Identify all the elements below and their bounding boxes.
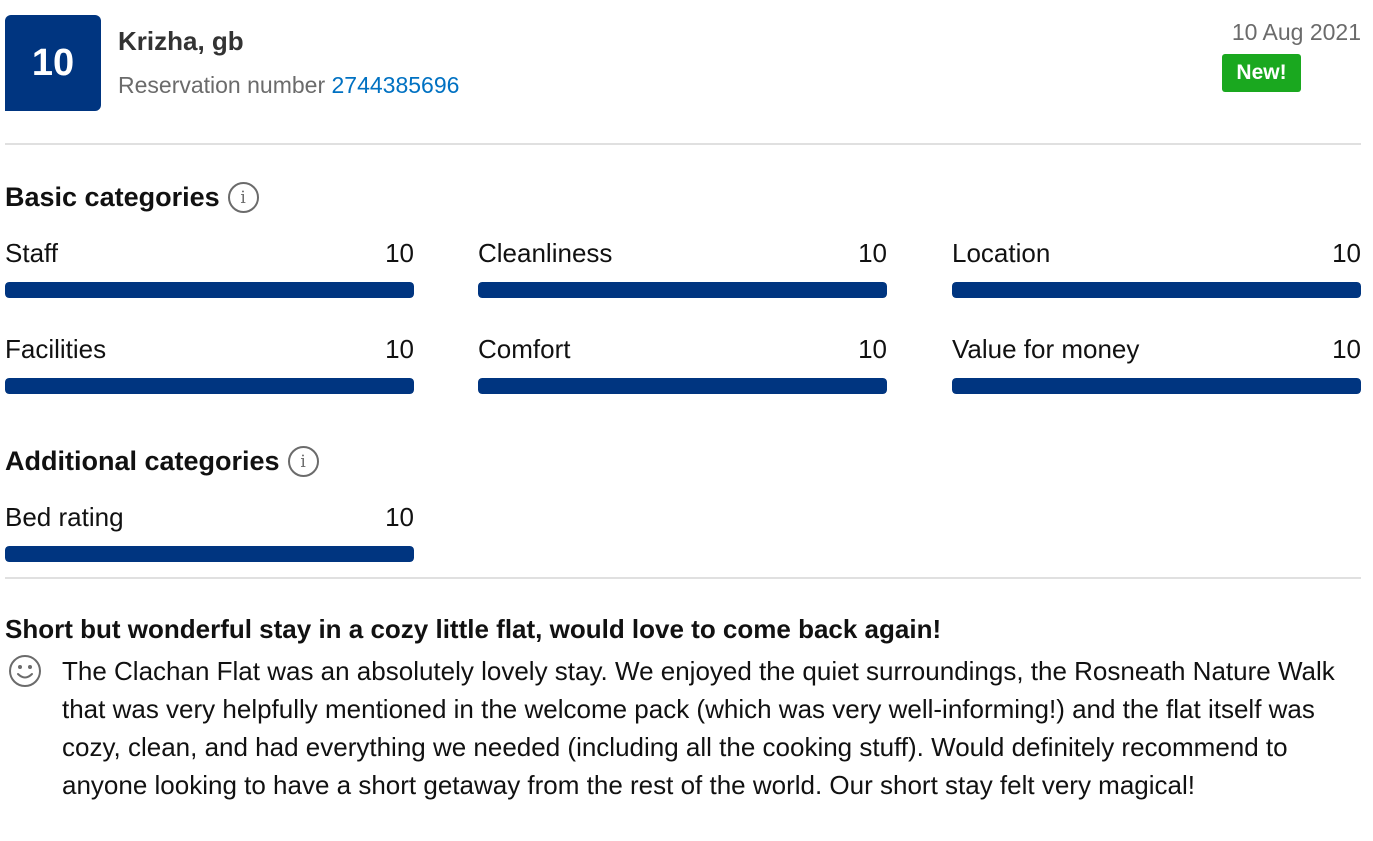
category-score: 10: [385, 238, 414, 268]
category-score: 10: [385, 334, 414, 364]
score-bar-fill: [952, 378, 1361, 394]
category-bed-rating: Bed rating 10: [5, 500, 414, 562]
score-bar: [952, 282, 1361, 298]
additional-categories-label: Additional categories: [5, 446, 280, 476]
reservation-info: Reservation number 2744385696: [118, 72, 459, 99]
score-bar: [478, 378, 887, 394]
category-label: Bed rating: [5, 502, 124, 532]
smile-icon: [9, 655, 41, 687]
basic-categories-title: Basic categories i: [5, 182, 259, 213]
info-icon[interactable]: i: [287, 446, 319, 477]
category-location: Location 10: [952, 236, 1361, 298]
divider: [5, 143, 1361, 145]
divider: [5, 577, 1361, 579]
score-badge: 10: [5, 15, 101, 111]
category-label: Staff: [5, 238, 59, 268]
category-score: 10: [1332, 334, 1361, 364]
score-bar: [478, 282, 887, 298]
category-score: 10: [858, 334, 887, 364]
new-badge: New!: [1222, 54, 1301, 92]
category-value-for-money: Value for money 10: [952, 332, 1361, 394]
additional-categories-title: Additional categories i: [5, 446, 319, 477]
category-comfort: Comfort 10: [478, 332, 887, 394]
reservation-number-link[interactable]: 2744385696: [332, 72, 460, 98]
review-body: The Clachan Flat was an absolutely lovel…: [62, 656, 1335, 800]
score-bar-fill: [478, 378, 887, 394]
category-staff: Staff 10: [5, 236, 414, 298]
category-label: Facilities: [5, 334, 107, 364]
score-bar: [5, 546, 414, 562]
review-card: 10 Krizha, gb Reservation number 2744385…: [0, 0, 1373, 841]
reservation-label: Reservation number: [118, 72, 326, 98]
category-facilities: Facilities 10: [5, 332, 414, 394]
score-bar: [5, 282, 414, 298]
review-title: Short but wonderful stay in a cozy littl…: [5, 614, 942, 644]
score-bar-fill: [5, 282, 414, 298]
guest-name: Krizha, gb: [118, 26, 244, 56]
score-bar: [5, 378, 414, 394]
score-bar-fill: [5, 546, 414, 562]
score-bar-fill: [5, 378, 414, 394]
basic-categories-label: Basic categories: [5, 182, 220, 212]
category-label: Value for money: [952, 334, 1140, 364]
category-score: 10: [858, 238, 887, 268]
review-date: 10 Aug 2021: [1231, 19, 1361, 45]
score-bar-fill: [952, 282, 1361, 298]
category-label: Comfort: [478, 334, 571, 364]
info-icon[interactable]: i: [227, 182, 259, 213]
category-cleanliness: Cleanliness 10: [478, 236, 887, 298]
category-label: Cleanliness: [478, 238, 613, 268]
score-bar-fill: [478, 282, 887, 298]
category-score: 10: [385, 502, 414, 532]
category-label: Location: [952, 238, 1051, 268]
category-score: 10: [1332, 238, 1361, 268]
score-bar: [952, 378, 1361, 394]
